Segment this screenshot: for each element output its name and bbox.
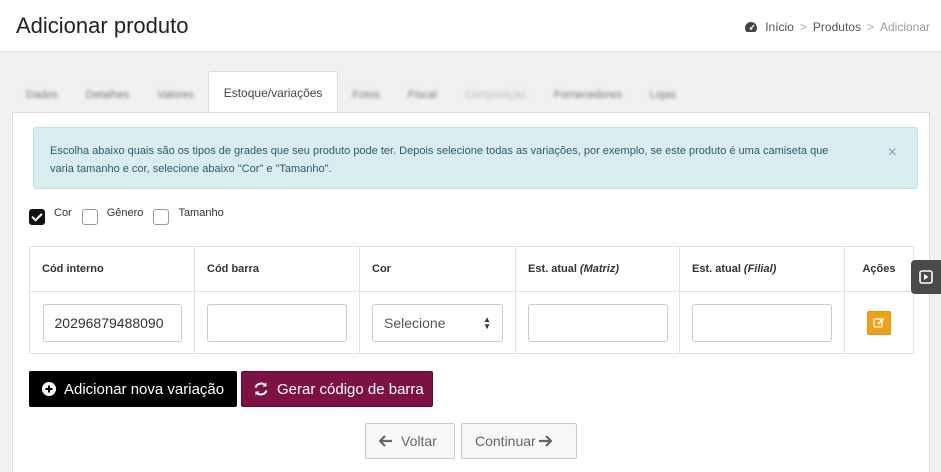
cod-barra-input[interactable] [207,304,347,342]
info-alert: Escolha abaixo quais são os tipos de gra… [33,127,918,189]
checkbox-label: Tamanho [178,207,224,219]
column-header-est-filial: Est. atual (Filial) [680,247,845,291]
tab-dados[interactable]: Dados [12,77,72,113]
tab-fiscal[interactable]: Fiscal [394,77,451,113]
table-header: Cód interno Cód barra Cor Est. atual (Mat… [30,247,913,292]
breadcrumb: Início > Produtos > Adicionar [744,20,930,34]
back-label: Voltar [401,433,437,449]
arrow-right-icon [538,435,552,447]
breadcrumb-products-link[interactable]: Produtos [813,20,861,34]
est-filial-input[interactable] [692,304,832,342]
checkbox-box[interactable] [81,209,98,225]
breadcrumb-home-link[interactable]: Início [765,20,794,34]
column-header-cor: Cor [360,247,516,291]
continue-label: Continuar [475,433,536,449]
checkbox-label: Gênero [106,207,144,219]
tab-lojas[interactable]: Lojas [636,77,690,113]
checkbox-genero[interactable]: Gênero [81,207,144,225]
tab-composicao: Composição [464,89,526,101]
column-header-est-matriz: Est. atual (Matriz) [516,247,680,291]
arrow-left-icon [379,435,393,447]
variations-table: Cód interno Cód barra Cor Est. atual (Mat… [29,246,914,354]
close-icon[interactable]: × [888,144,897,162]
edit-button[interactable] [867,311,891,335]
page-header: Adicionar produto Início > Produtos > Ad… [0,0,941,52]
tab-fornecedores[interactable]: Fornecedores [540,77,636,113]
alert-message: Escolha abaixo quais são os tipos de gra… [50,145,829,175]
dashboard-icon [744,21,758,33]
plus-circle-icon [42,382,56,396]
breadcrumb-current: Adicionar [879,20,930,34]
table-row: Selecione ▲▼ [30,292,913,354]
breadcrumb-separator: > [866,20,874,34]
generate-barcode-button[interactable]: Gerar código de barra [241,371,433,407]
back-button[interactable]: Voltar [365,423,455,459]
stock-variations-panel: Escolha abaixo quais são os tipos de gra… [12,112,930,472]
checkbox-label: Cor [54,207,72,219]
tab-estoque-variacoes[interactable]: Estoque/variações [207,71,339,113]
tab-fotos[interactable]: Fotos [338,77,394,113]
column-header-acoes: Ações [862,263,896,275]
add-variation-button[interactable]: Adicionar nova variação [29,371,237,407]
sort-arrows-icon: ▲ ▼ [483,315,491,331]
tab-detalhes[interactable]: Detalhes [72,77,143,113]
play-square-icon [919,270,933,284]
cod-interno-input[interactable] [42,304,182,342]
tab-valores[interactable]: Valores [143,77,207,113]
tab-bar: Dados Detalhes Valores Estoque/variações… [12,71,930,113]
checkbox-cor[interactable]: Cor [29,207,72,225]
cor-select[interactable]: Selecione ▲ ▼ [372,304,503,342]
checkbox-box[interactable] [153,209,170,225]
checkbox-box[interactable] [29,209,45,225]
column-header-cod-interno: Cód interno [30,247,195,291]
cor-select-value: Selecione [384,315,446,331]
checkbox-tamanho[interactable]: Tamanho [153,207,224,225]
breadcrumb-separator: > [799,20,807,34]
refresh-icon [253,381,269,397]
page-title: Adicionar produto [16,13,189,38]
grade-type-options: Cor Gênero Tamanho [29,207,234,225]
edit-icon [873,317,885,328]
continue-button[interactable]: Continuar [461,423,577,459]
est-matriz-input[interactable] [527,304,668,342]
generate-barcode-label: Gerar código de barra [277,380,424,398]
side-panel-toggle[interactable] [911,260,941,294]
add-variation-label: Adicionar nova variação [64,380,225,398]
column-header-cod-barra: Cód barra [195,247,360,291]
